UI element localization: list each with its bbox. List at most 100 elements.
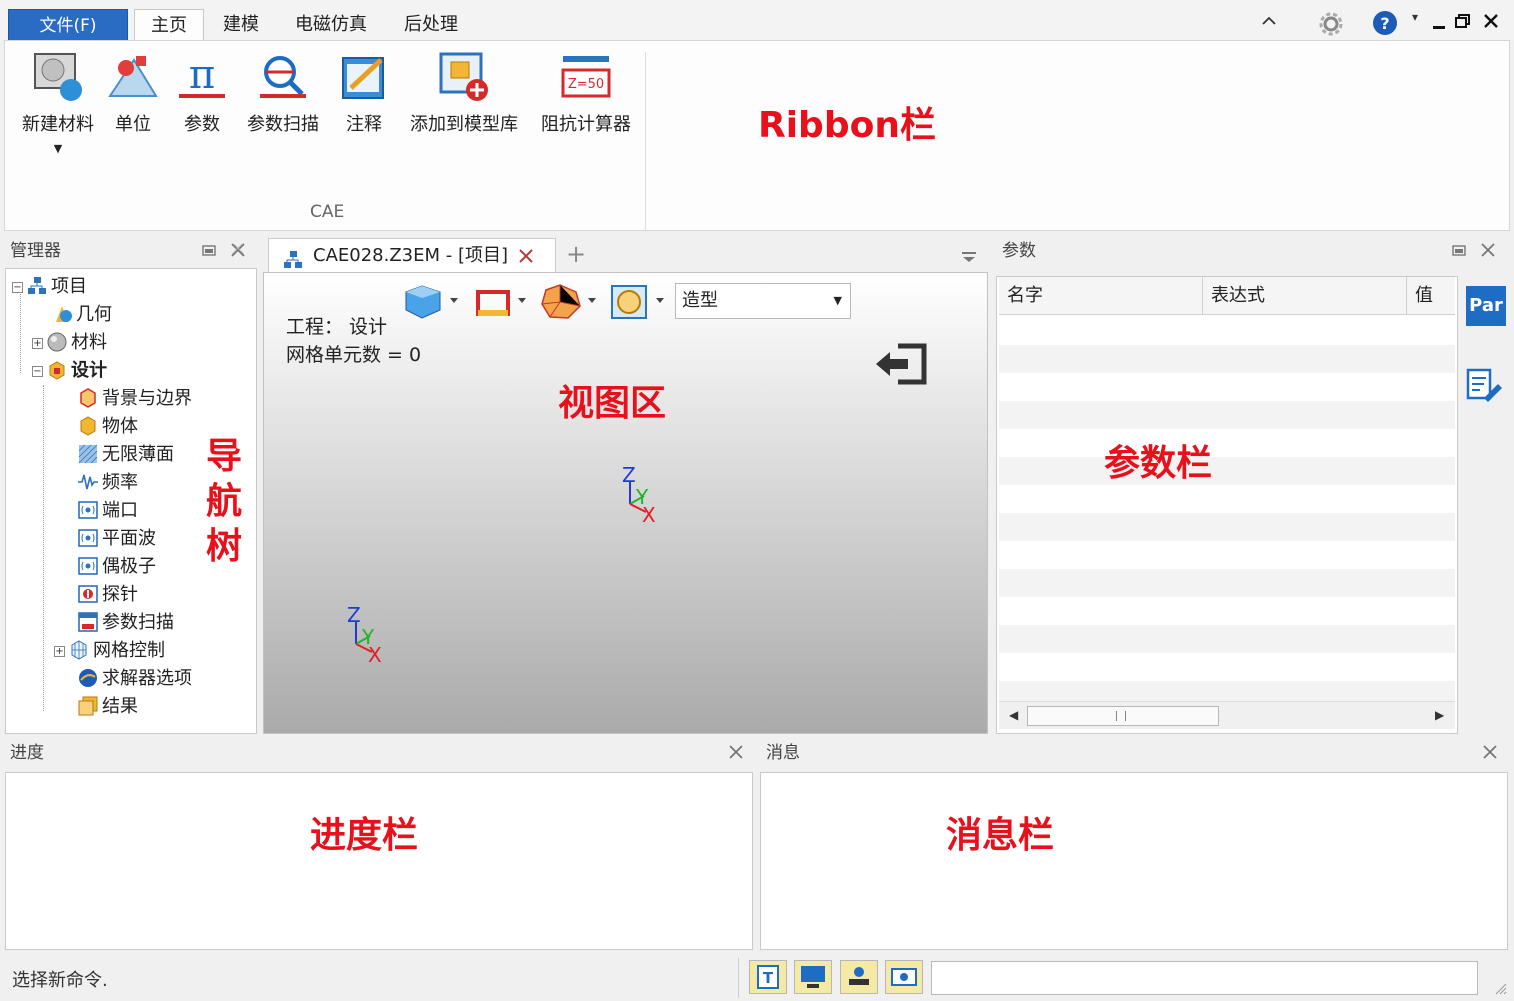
side-tab-edit-icon[interactable] xyxy=(1464,366,1504,411)
document-tab[interactable]: CAE028.Z3EM - [项目] xyxy=(268,238,556,272)
measure-tool[interactable] xyxy=(474,284,530,318)
side-tab-parameters[interactable]: Par xyxy=(1466,286,1506,326)
scroll-left-icon[interactable]: ◀ xyxy=(1009,708,1018,722)
tree-item-object[interactable]: 物体 xyxy=(78,413,138,441)
new-material-button[interactable]: 新建材料 ▼ xyxy=(16,50,100,155)
table-row xyxy=(999,625,1455,653)
close-window-icon[interactable] xyxy=(1480,12,1502,35)
svg-text:?: ? xyxy=(1380,14,1389,33)
tree-item-label: 端口 xyxy=(102,500,138,521)
tree-item-parameter-sweep[interactable]: 参数扫描 xyxy=(78,609,174,637)
column-header-name[interactable]: 名字 xyxy=(999,277,1203,315)
dipole-icon xyxy=(78,556,98,576)
file-menu-button[interactable]: 文件(F) xyxy=(8,9,128,41)
camera-record-button[interactable] xyxy=(885,960,923,994)
resize-grip-icon[interactable] xyxy=(1492,980,1508,1001)
view-mode-value: 造型 xyxy=(682,290,718,311)
collapse-ribbon-icon[interactable] xyxy=(1258,12,1280,35)
parameter-sweep-button[interactable]: 参数扫描 xyxy=(242,50,324,136)
parameter-pi-icon: π xyxy=(175,50,229,104)
axis-triad-corner: Z Y X xyxy=(344,598,392,673)
chevron-down-icon: ▼ xyxy=(833,294,842,307)
panel-float-icon[interactable] xyxy=(202,242,216,261)
tab-em-simulation[interactable]: 电磁仿真 xyxy=(282,9,380,41)
x-axis-label: X xyxy=(368,643,382,667)
annotation-label: 注释 xyxy=(346,114,382,135)
exit-view-icon[interactable] xyxy=(874,342,928,391)
port-icon xyxy=(78,500,98,520)
text-tool-button[interactable]: T xyxy=(749,960,787,994)
axis-triad-center: Z Y X xyxy=(618,460,666,531)
settings-gear-icon[interactable] xyxy=(1318,11,1343,42)
parameter-button[interactable]: π 参数 xyxy=(172,50,232,136)
command-input[interactable] xyxy=(931,961,1478,995)
tree-item-background-boundary[interactable]: 背景与边界 xyxy=(78,385,192,413)
panel-close-icon[interactable] xyxy=(1480,242,1496,262)
panel-close-icon[interactable] xyxy=(230,242,246,262)
mesh-cube-icon xyxy=(69,640,89,660)
impedance-calculator-button[interactable]: Z=50 阻抗计算器 xyxy=(536,50,636,136)
help-dropdown-icon[interactable]: ▾ xyxy=(1404,10,1426,24)
tree-item-infinite-thin-surface[interactable]: 无限薄面 xyxy=(78,441,174,469)
zoom-fit-tool[interactable] xyxy=(610,284,668,319)
results-icon xyxy=(78,696,98,716)
table-row xyxy=(999,513,1455,541)
user-profile-button[interactable] xyxy=(840,960,878,994)
progress-panel xyxy=(5,772,753,950)
tree-item-probe[interactable]: 探针 xyxy=(78,581,138,609)
tree-item-design[interactable]: − 设计 xyxy=(32,357,107,385)
render-mode-tool[interactable] xyxy=(540,284,600,319)
tree-item-plane-wave[interactable]: 平面波 xyxy=(78,525,156,553)
help-icon[interactable]: ? xyxy=(1372,10,1397,41)
annotation-button[interactable]: 注释 xyxy=(336,50,392,136)
tree-item-geometry[interactable]: 几何 xyxy=(52,301,112,329)
tree-item-project[interactable]: − 项目 xyxy=(12,273,87,301)
tree-item-frequency[interactable]: 频率 xyxy=(78,469,138,497)
table-row xyxy=(999,457,1455,485)
tab-list-dropdown-icon[interactable] xyxy=(960,248,978,269)
tree-item-material[interactable]: + 材料 xyxy=(32,329,107,357)
table-row xyxy=(999,569,1455,597)
panel-close-icon[interactable] xyxy=(1482,744,1498,764)
scroll-right-icon[interactable]: ▶ xyxy=(1435,708,1444,722)
minimize-icon[interactable] xyxy=(1428,12,1450,35)
project-icon xyxy=(27,276,47,296)
panel-float-icon[interactable] xyxy=(1452,242,1466,261)
add-tab-button[interactable]: + xyxy=(566,240,586,268)
horizontal-scrollbar[interactable]: ◀ ▶ xyxy=(999,701,1455,729)
tab-home[interactable]: 主页 xyxy=(134,9,204,42)
expand-icon[interactable]: + xyxy=(32,338,43,349)
z-axis-label: Z xyxy=(347,603,361,627)
tree-item-solver-options[interactable]: 求解器选项 xyxy=(78,665,192,693)
nav-tree-annotation: 导 航 树 xyxy=(206,434,246,569)
collapse-icon[interactable]: − xyxy=(12,282,23,293)
column-header-expression[interactable]: 表达式 xyxy=(1203,277,1407,315)
expand-icon[interactable]: + xyxy=(54,646,65,657)
scrollbar-thumb[interactable] xyxy=(1027,706,1219,726)
display-monitor-button[interactable] xyxy=(794,960,832,994)
tree-item-port[interactable]: 端口 xyxy=(78,497,138,525)
svg-text:Z=50: Z=50 xyxy=(568,77,604,92)
view-mode-select[interactable]: 造型 ▼ xyxy=(675,283,851,319)
side-tab-strip xyxy=(1462,276,1508,734)
geometry-icon xyxy=(52,304,72,324)
panel-close-icon[interactable] xyxy=(728,744,744,764)
tree-item-dipole[interactable]: 偶极子 xyxy=(78,553,156,581)
document-tab-label: CAE028.Z3EM - [项目] xyxy=(313,245,509,266)
annotation-char: 树 xyxy=(206,526,243,567)
add-to-library-button[interactable]: 添加到模型库 xyxy=(402,50,526,136)
column-header-value[interactable]: 值 xyxy=(1407,277,1455,315)
view-cube-tool[interactable] xyxy=(404,284,462,319)
object-cube-icon xyxy=(78,416,98,436)
restore-icon[interactable] xyxy=(1452,12,1474,35)
tab-postprocess[interactable]: 后处理 xyxy=(392,9,470,41)
tree-item-label: 结果 xyxy=(102,696,138,717)
svg-text:π: π xyxy=(189,52,215,98)
unit-button[interactable]: 单位 xyxy=(104,50,162,136)
tree-item-results[interactable]: 结果 xyxy=(78,693,138,721)
tree-item-label: 背景与边界 xyxy=(102,388,192,409)
tree-item-mesh-control[interactable]: + 网格控制 xyxy=(54,637,165,665)
x-axis-label: X xyxy=(642,503,656,526)
tab-modeling[interactable]: 建模 xyxy=(210,9,272,41)
collapse-icon[interactable]: − xyxy=(32,366,43,377)
